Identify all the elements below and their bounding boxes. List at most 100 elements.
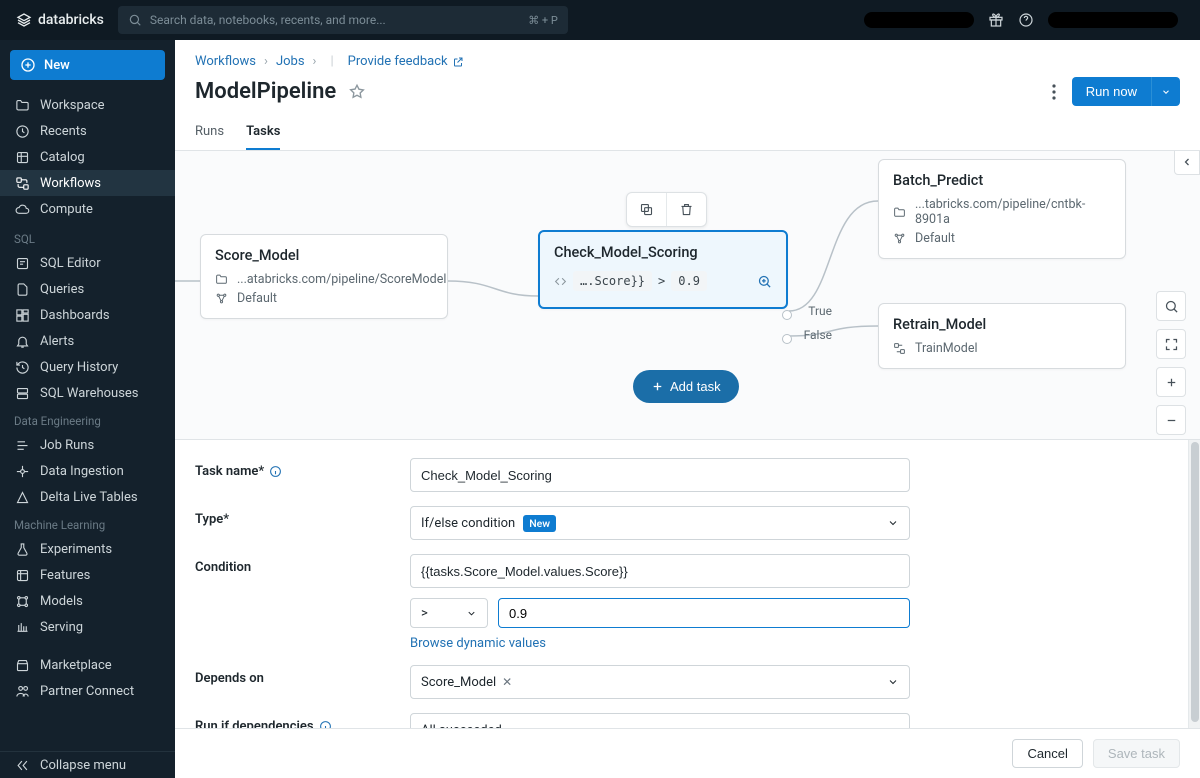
sidebar-item-workspace[interactable]: Workspace — [0, 92, 175, 118]
plus-circle-icon — [20, 57, 36, 73]
sidebar-item-serving[interactable]: Serving — [0, 614, 175, 640]
workflow-icon — [893, 342, 907, 356]
zoom-out-button[interactable] — [1156, 405, 1186, 435]
label-runif: Run if dependencies — [195, 713, 410, 728]
breadcrumb-workflows[interactable]: Workflows — [195, 54, 256, 69]
folder-icon — [14, 97, 30, 113]
cancel-button[interactable]: Cancel — [1012, 739, 1082, 768]
sidebar-item-label: Models — [40, 594, 83, 609]
new-badge: New — [523, 515, 556, 532]
sidebar-item-catalog[interactable]: Catalog — [0, 144, 175, 170]
sidebar-item-label: Data Ingestion — [40, 464, 124, 479]
sidebar-item-marketplace[interactable]: Marketplace — [0, 652, 175, 678]
code-icon — [554, 275, 567, 288]
sidebar-item-label: Queries — [40, 282, 84, 297]
cond-op: > — [658, 274, 665, 288]
sidebar-item-label: Recents — [40, 124, 87, 139]
sidebar-item-features[interactable]: Features — [0, 562, 175, 588]
remove-chip-icon[interactable]: ✕ — [502, 675, 512, 689]
models-icon — [14, 593, 30, 609]
copy-button[interactable] — [627, 193, 666, 226]
zoom-fit-button[interactable] — [1156, 291, 1186, 321]
sidebar-item-query-history[interactable]: Query History — [0, 354, 175, 380]
feedback-link[interactable]: Provide feedback — [348, 54, 464, 69]
scrollbar[interactable] — [1188, 440, 1200, 728]
add-task-button[interactable]: Add task — [633, 370, 739, 403]
brand-label: databricks — [38, 12, 104, 28]
condition-op-select[interactable]: > — [410, 598, 488, 628]
depends-select[interactable]: Score_Model✕ — [410, 665, 910, 699]
type-select[interactable]: If/else condition New — [410, 506, 910, 540]
gift-icon[interactable] — [988, 12, 1004, 28]
zoom-icon[interactable] — [757, 274, 772, 289]
redacted-user — [1048, 12, 1178, 28]
collapse-menu[interactable]: Collapse menu — [0, 752, 175, 778]
node-check-scoring[interactable]: Check_Model_Scoring ….Score}} > 0.9 True… — [538, 230, 788, 309]
node-condition: ….Score}} > 0.9 — [540, 267, 786, 307]
type-value: If/else condition — [421, 516, 515, 531]
sidebar-item-partner[interactable]: Partner Connect — [0, 678, 175, 704]
sidebar-item-compute[interactable]: Compute — [0, 196, 175, 222]
sidebar-item-label: Workflows — [40, 176, 101, 191]
zoom-in-button[interactable] — [1156, 367, 1186, 397]
sidebar-item-recents[interactable]: Recents — [0, 118, 175, 144]
breadcrumb-jobs[interactable]: Jobs — [276, 54, 305, 69]
star-icon[interactable] — [348, 83, 366, 101]
label-task-name: Task name* — [195, 458, 410, 479]
search-box[interactable]: Search data, notebooks, recents, and mor… — [118, 6, 568, 34]
condition-expr-input[interactable] — [410, 554, 910, 588]
run-now-button[interactable]: Run now — [1072, 77, 1151, 106]
sidebar-item-sql-warehouses[interactable]: SQL Warehouses — [0, 380, 175, 406]
sidebar-item-job-runs[interactable]: Job Runs — [0, 432, 175, 458]
fullscreen-button[interactable] — [1156, 329, 1186, 359]
sidebar-item-data-ingestion[interactable]: Data Ingestion — [0, 458, 175, 484]
new-button[interactable]: New — [10, 50, 165, 80]
partner-icon — [14, 683, 30, 699]
cloud-icon — [14, 201, 30, 217]
condition-value-input[interactable] — [498, 598, 910, 628]
node-retrain-model[interactable]: Retrain_Model TrainModel — [878, 303, 1126, 369]
delete-button[interactable] — [666, 193, 706, 226]
sidebar-item-queries[interactable]: Queries — [0, 276, 175, 302]
info-icon[interactable] — [269, 465, 282, 478]
sidebar-item-experiments[interactable]: Experiments — [0, 536, 175, 562]
tab-tasks[interactable]: Tasks — [246, 116, 280, 150]
folder-icon — [893, 205, 907, 219]
sidebar-item-delta-live[interactable]: Delta Live Tables — [0, 484, 175, 510]
file-icon — [14, 281, 30, 297]
delta-icon — [14, 489, 30, 505]
node-cluster: Default — [237, 291, 277, 306]
sidebar-item-label: Partner Connect — [40, 684, 134, 699]
sidebar-item-sql-editor[interactable]: SQL Editor — [0, 250, 175, 276]
sidebar-item-models[interactable]: Models — [0, 588, 175, 614]
node-cluster: Default — [915, 231, 955, 246]
run-button-group: Run now — [1072, 77, 1180, 106]
sidebar-item-alerts[interactable]: Alerts — [0, 328, 175, 354]
run-dropdown[interactable] — [1151, 77, 1180, 106]
tab-runs[interactable]: Runs — [195, 116, 224, 150]
task-name-input[interactable] — [410, 458, 910, 492]
kebab-menu[interactable] — [1048, 80, 1060, 104]
help-icon[interactable] — [1018, 12, 1034, 28]
canvas[interactable]: Score_Model ...atabricks.com/pipeline/Sc… — [175, 151, 1200, 439]
info-icon[interactable] — [319, 720, 332, 728]
browse-dynamic-link[interactable]: Browse dynamic values — [410, 636, 546, 651]
node-toolbar — [626, 192, 707, 227]
scrollbar-thumb[interactable] — [1191, 442, 1199, 722]
node-batch-predict[interactable]: Batch_Predict ...tabricks.com/pipeline/c… — [878, 159, 1126, 259]
chevron-right-icon: › — [313, 54, 317, 69]
nav-group-head: Machine Learning — [0, 510, 175, 536]
sidebar-item-label: Job Runs — [40, 438, 94, 453]
new-label: New — [44, 58, 70, 73]
runif-select[interactable]: All succeeded — [410, 713, 910, 728]
sidebar-item-label: Serving — [40, 620, 83, 635]
panel-collapse[interactable] — [1174, 151, 1200, 175]
node-sub: TrainModel — [915, 341, 978, 356]
node-score-model[interactable]: Score_Model ...atabricks.com/pipeline/Sc… — [200, 234, 448, 319]
sidebar-item-workflows[interactable]: Workflows — [0, 170, 175, 196]
external-icon — [452, 56, 464, 68]
save-task-button: Save task — [1093, 739, 1180, 768]
sidebar-item-dashboards[interactable]: Dashboards — [0, 302, 175, 328]
brand[interactable]: databricks — [8, 12, 104, 28]
chevron-down-icon — [887, 517, 899, 529]
